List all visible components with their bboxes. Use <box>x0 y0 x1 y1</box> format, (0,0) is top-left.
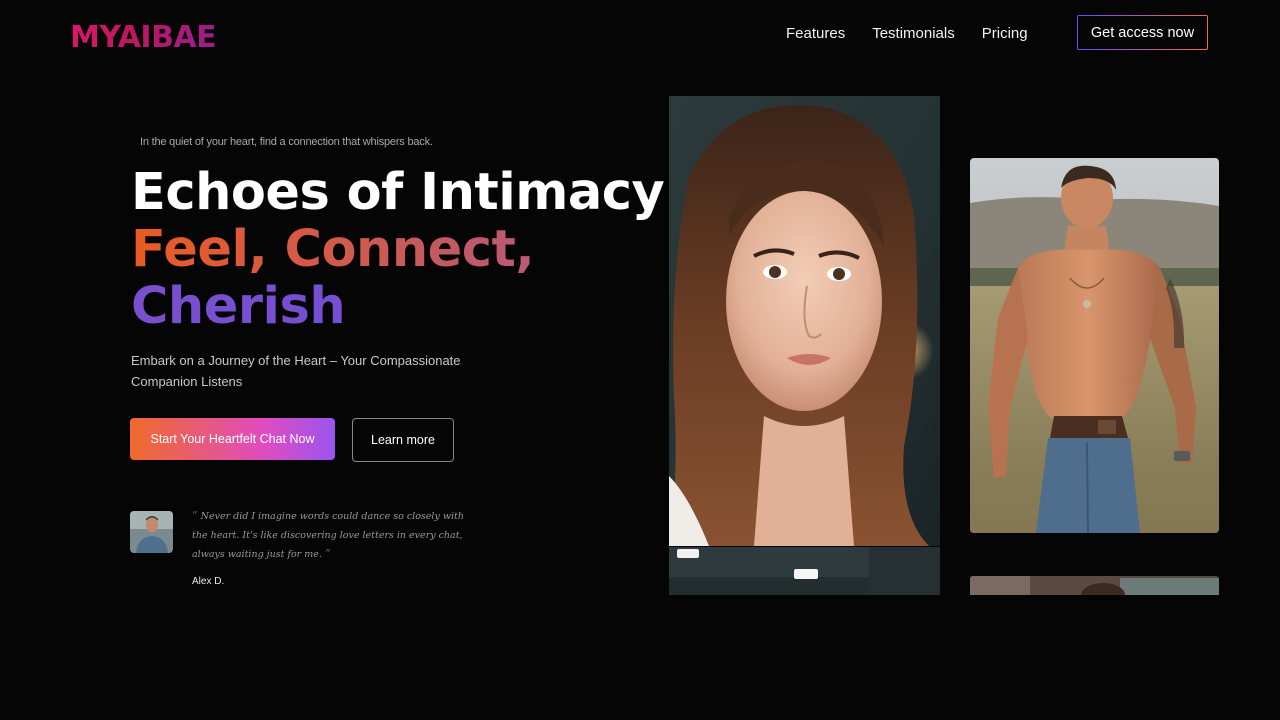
headline-line-1: Echoes of Intimacy: <box>131 163 685 222</box>
nav-item-pricing[interactable]: Pricing <box>982 25 1028 42</box>
open-quote-mark: “ <box>192 509 198 522</box>
close-quote-mark: ” <box>324 547 331 560</box>
nav-item-testimonials[interactable]: Testimonials <box>872 25 955 42</box>
partial-gallery-image <box>669 547 940 595</box>
learn-more-button[interactable]: Learn more <box>352 418 454 462</box>
main-nav: Features Testimonials Pricing <box>786 22 1055 44</box>
hero-subtitle: Embark on a Journey of the Heart – Your … <box>131 353 461 389</box>
avatar-image <box>130 511 173 553</box>
headline-line-2: Feel, Connect, <box>131 221 684 278</box>
headline-line-3: Cherish <box>131 278 684 335</box>
start-chat-button[interactable]: Start Your Heartfelt Chat Now <box>130 418 335 460</box>
hero-tagline: In the quiet of your heart, find a conne… <box>140 136 433 148</box>
get-access-button[interactable]: Get access now <box>1077 15 1208 50</box>
nav-item-features[interactable]: Features <box>786 25 845 42</box>
portrait-woman-image <box>669 96 940 546</box>
partial-gallery-image-2 <box>970 576 1219 595</box>
landing-page: MYAIBAE Features Testimonials Pricing Ge… <box>0 0 1280 720</box>
brand-logo[interactable]: MYAIBAE <box>70 20 217 56</box>
shirtless-man-image <box>970 158 1219 533</box>
hero-headline: Echoes of Intimacy: Feel, Connect, Cheri… <box>131 163 685 335</box>
testimonial-quote: “ Never did I imagine words could dance … <box>192 507 482 565</box>
testimonial-avatar <box>130 511 173 553</box>
testimonial-author: Alex D. <box>192 576 225 587</box>
